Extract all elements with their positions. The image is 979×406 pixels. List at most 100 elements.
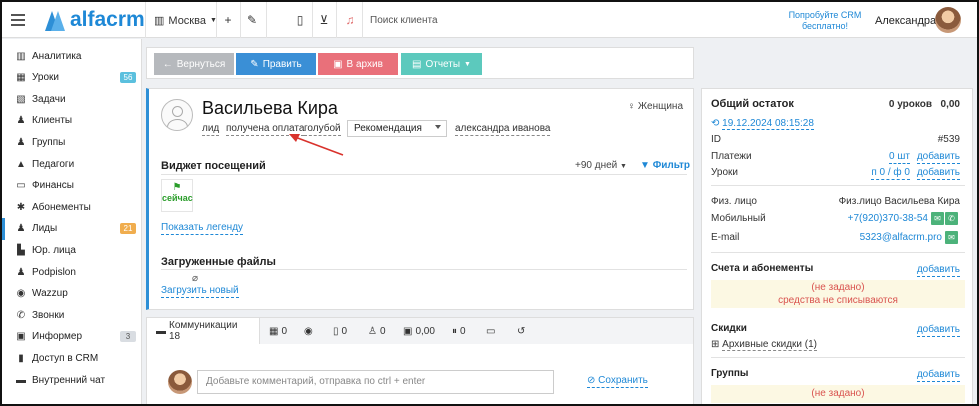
filter-button[interactable]: ▼ Фильтр [640,160,690,171]
recommendation-select[interactable]: Рекомендация [347,120,447,137]
sidebar-item[interactable]: ▲ Педагоги [2,153,142,175]
tab-history[interactable]: ↺ [517,318,525,344]
client-summary-panel: Общий остаток 0 уроков 0,00 ⟲ 19.12.2024… [701,88,973,404]
plus-icon[interactable]: + [221,13,235,27]
archive-discounts-link[interactable]: ⊞ Архивные скидки (1) [711,339,817,351]
tab-tasks[interactable]: ▦ 0 [269,318,287,344]
archive-button[interactable]: ▣ В архив [318,53,398,75]
sidebar-item[interactable]: ♟ Лиды 21 [2,217,142,240]
sidebar-item[interactable]: ✱ Абонементы [2,196,142,218]
back-button[interactable]: ← Вернуться [154,53,234,75]
wrench-icon[interactable]: ✎ [245,13,259,27]
archive-discounts-label: Архивные скидки (1) [722,339,817,351]
sidebar-item[interactable]: ✆ Звонки [2,304,142,326]
email-icon[interactable]: ✉ [945,231,958,244]
sidebar-item[interactable]: ◉ Wazzup [2,283,142,305]
header-divider [266,2,267,38]
pause-icon: ⏸ [452,325,457,337]
cart-icon[interactable]: ⊻ [317,13,331,27]
edit-button[interactable]: ✎ Править [236,53,316,75]
tab-count: 0 [379,325,386,337]
sidebar-badge: 3 [120,330,136,342]
message-icon[interactable]: ✉ [931,212,944,225]
tab-pauses[interactable]: ⏸ 0 [452,318,466,344]
mobile-value[interactable]: +7(920)370-38-54 [848,213,928,224]
user-name[interactable]: Александра [875,15,936,27]
flag-icon: ⚑ [172,182,182,193]
tab-count: 0 [460,325,466,337]
sidebar-item[interactable]: ♟ Клиенты [2,110,142,132]
sidebar-item[interactable]: ▮ Доступ в CRM [2,347,142,369]
divider [161,269,687,270]
bell-icon[interactable]: ♫ [343,13,357,27]
tab-whatsapp[interactable]: ◉ [304,318,313,344]
add-discount-link[interactable]: добавить [916,324,960,337]
phone-icon: ✆ [16,309,26,321]
add-payment-link[interactable]: добавить [916,151,960,164]
tab-documents[interactable]: ▯ 0 [333,318,347,344]
sidebar-item[interactable]: ▬ Внутренний чат [2,369,142,391]
payments-count[interactable]: 0 шт [889,151,910,164]
sidebar-item[interactable]: ♟ Podpislon [2,261,142,283]
caret-down-icon: ▼ [620,163,627,170]
save-comment-button[interactable]: ⊘ Сохранить [587,375,648,388]
sidebar-item-label: Wazzup [32,288,68,300]
sidebar-item[interactable]: ▧ Задачи [2,88,142,110]
person-label: Физ. лицо [711,196,757,207]
sidebar-badge: 21 [120,222,136,234]
add-lesson-link[interactable]: добавить [916,167,960,180]
days-selector[interactable]: +90 дней ▼ [575,160,627,171]
tab-lessons[interactable]: ♙ 0 [368,318,386,344]
sidebar-item-label: Финансы [32,180,74,192]
phone-icon[interactable]: ✆ [945,212,958,225]
communication-tabs: ▬ Коммуникации 18 ▦ 0 ◉ ▯ 0 ♙ 0 ▣ 0,00 ⏸ 0 ▭ ↺ [146,317,694,344]
city-selector[interactable]: ▥ Москва ▼ [154,14,217,28]
tab-communications-label: Коммуникации 18 [169,320,238,342]
money-icon: ▭ [16,180,26,192]
users-icon: ♟ [16,136,26,148]
caret-down-icon: ▼ [464,60,471,68]
logo[interactable]: alfacrm [42,8,145,32]
sidebar-item[interactable]: ▦ Уроки 56 [2,67,142,89]
visit-cell-today[interactable]: ⚑ сейчас [161,179,193,212]
reports-button[interactable]: ▤ Отчеты ▼ [401,53,482,75]
menu-icon[interactable] [11,14,25,26]
show-legend-link[interactable]: Показать легенду [161,222,244,235]
add-group-link[interactable]: добавить [916,369,960,382]
sidebar-item[interactable]: ▥ Аналитика [2,45,142,67]
sidebar-item-label: Абонементы [32,201,91,213]
sidebar-item[interactable]: ▭ Финансы [2,175,142,197]
email-value[interactable]: 5323@alfacrm.pro [860,232,942,243]
manager-link[interactable]: александра иванова [455,123,551,136]
trial-promo-link[interactable]: Попробуйте CRM бесплатно! [787,10,863,32]
paperclip-icon: ⌀ [192,273,199,284]
building-icon: ▙ [17,244,25,256]
sidebar-item-label: Podpislon [32,266,76,278]
add-account-link[interactable]: добавить [916,264,960,277]
sidebar-item[interactable]: ♟ Группы [2,131,142,153]
tab-payments[interactable]: ▣ 0,00 [403,318,435,344]
user-plus-icon: ♟ [16,223,26,235]
tab-communications[interactable]: ▬ Коммуникации 18 [147,318,260,344]
client-avatar-placeholder[interactable] [161,99,193,131]
upload-new-link[interactable]: Загрузить новый [161,285,239,298]
divider [711,252,965,253]
last-activity[interactable]: ⟲ 19.12.2024 08:15:28 [711,118,814,130]
tab-money[interactable]: ▭ [486,318,495,344]
sidebar-item[interactable]: ▙ Юр. лица [2,239,142,261]
mobile-icon[interactable]: ▯ [293,13,307,27]
tag-lead[interactable]: лид [202,123,220,136]
user-avatar[interactable] [935,7,961,33]
sidebar-item-label: Педагоги [32,158,75,170]
balance-lessons: 0 уроков [888,99,932,110]
lessons-count[interactable]: п 0 / ф 0 [871,167,910,180]
sidebar-item[interactable]: ▣ Информер 3 [2,326,142,348]
groups-warning: (не задано) [711,385,965,403]
search-input[interactable]: Поиск клиента [370,15,438,26]
book-icon: ▥ [16,50,26,62]
pencil-icon: ✎ [250,58,259,70]
comment-input[interactable]: Добавьте комментарий, отправка по ctrl +… [197,370,554,394]
tab-count: 0 [281,325,288,337]
briefcase-icon: ▣ [403,325,413,337]
calendar-icon: ▦ [269,325,279,337]
